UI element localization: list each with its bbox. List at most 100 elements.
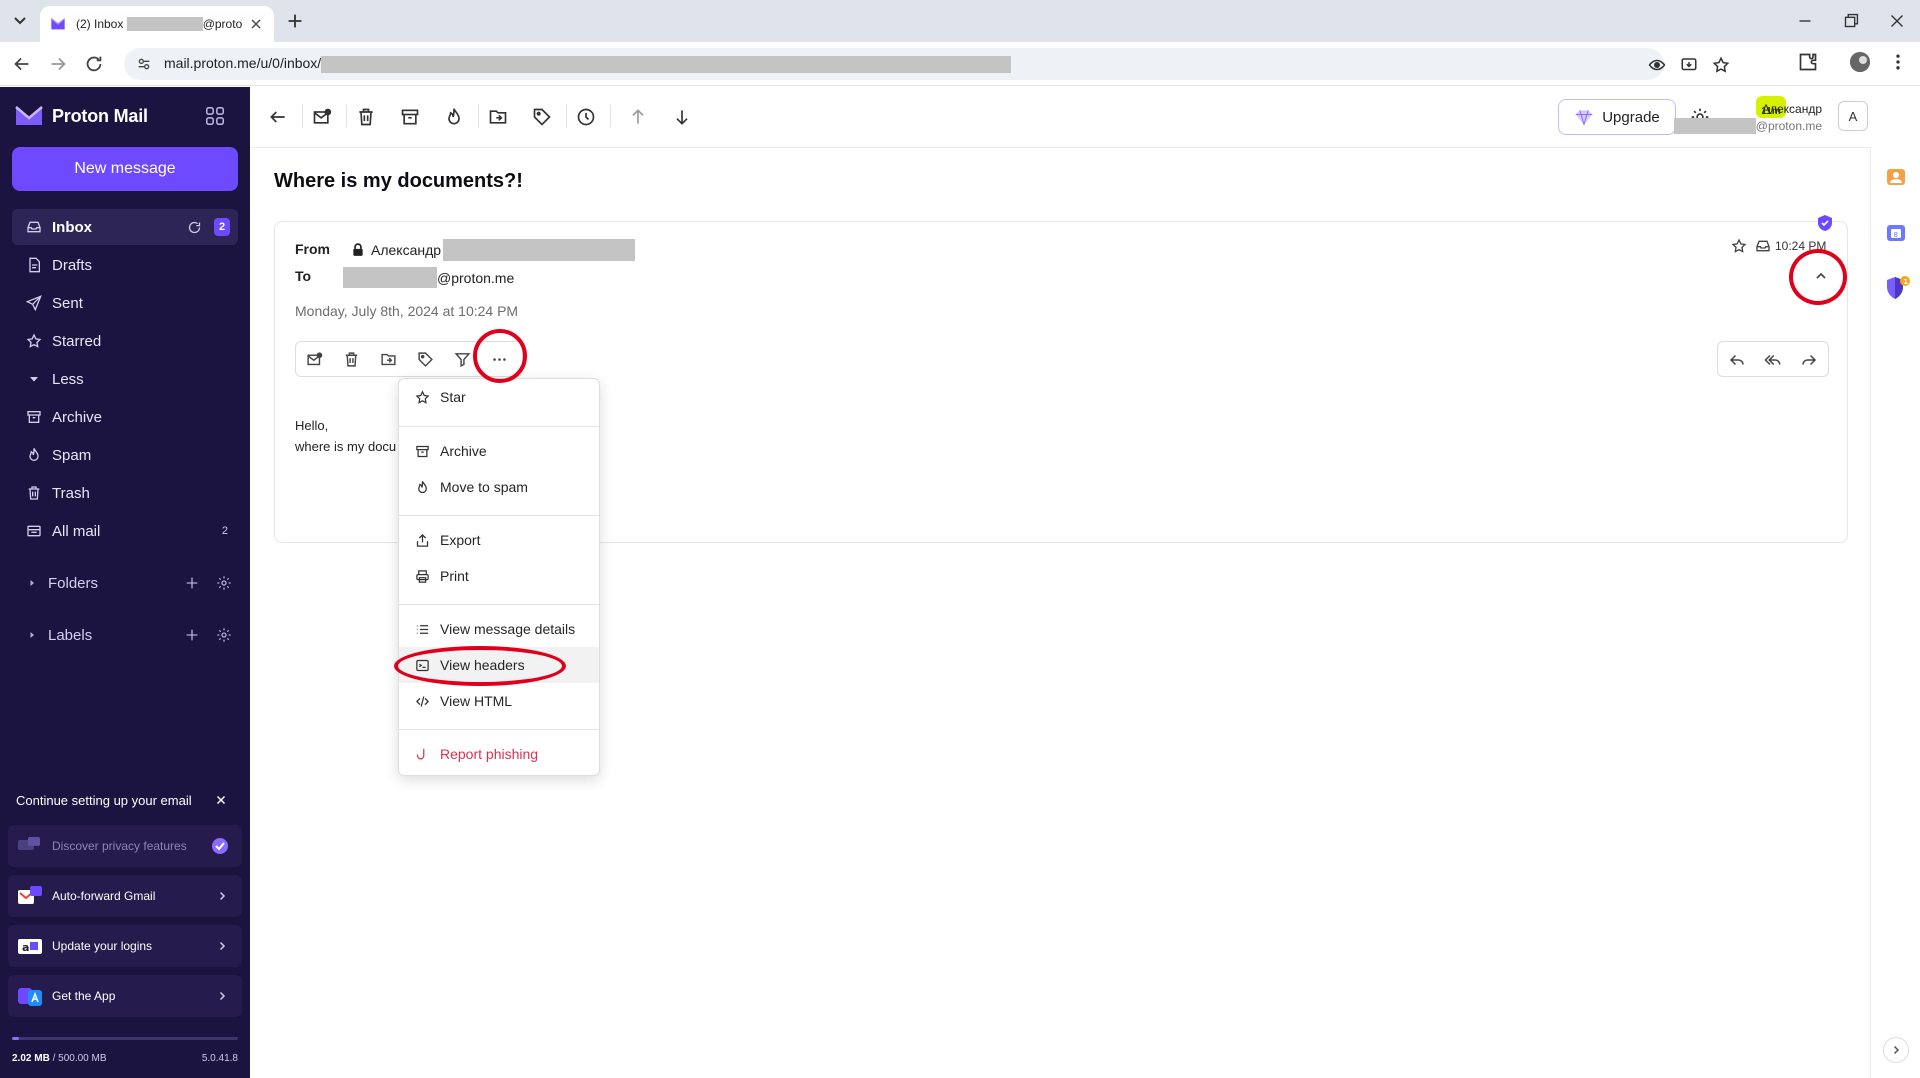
browser-tab[interactable]: (2) Inbox @proto bbox=[40, 6, 274, 42]
onboarding-item-auto-forward[interactable]: Auto-forward Gmail bbox=[8, 875, 242, 917]
extensions-icon[interactable] bbox=[1798, 52, 1818, 72]
reload-icon[interactable] bbox=[83, 53, 105, 75]
menu-item-view-html[interactable]: View HTML bbox=[399, 683, 599, 719]
sender[interactable]: Александр bbox=[351, 239, 636, 261]
user-email[interactable]: @proton.me bbox=[1673, 118, 1822, 134]
expand-panel-chevron-icon[interactable] bbox=[1883, 1037, 1909, 1063]
back-to-inbox-icon[interactable] bbox=[268, 107, 288, 127]
sidebar-item-trash[interactable]: Trash bbox=[12, 475, 238, 511]
more-options-icon[interactable] bbox=[491, 351, 508, 368]
refresh-icon[interactable] bbox=[187, 220, 202, 235]
close-window-icon[interactable] bbox=[1886, 10, 1908, 32]
recipient[interactable]: @proton.me bbox=[343, 267, 514, 288]
all-mail-count: 2 bbox=[221, 525, 228, 537]
onboarding-item-privacy[interactable]: Discover privacy features bbox=[8, 825, 242, 867]
onboarding-item-update-logins[interactable]: a Update your logins bbox=[8, 925, 242, 967]
mark-unread-icon[interactable] bbox=[306, 351, 323, 368]
back-icon[interactable] bbox=[11, 53, 33, 75]
export-icon bbox=[415, 533, 430, 548]
next-message-icon[interactable] bbox=[672, 107, 692, 127]
apps-grid-icon[interactable] bbox=[204, 105, 226, 127]
install-app-icon[interactable] bbox=[1680, 56, 1698, 74]
sidebar-item-archive[interactable]: Archive bbox=[12, 399, 238, 435]
sidebar-item-drafts[interactable]: Drafts bbox=[12, 247, 238, 283]
tab-search-icon[interactable] bbox=[8, 8, 32, 32]
sidebar-item-sent[interactable]: Sent bbox=[12, 285, 238, 321]
menu-item-view-headers[interactable]: View headers bbox=[399, 647, 599, 683]
profile-avatar-icon[interactable] bbox=[1850, 52, 1870, 72]
menu-item-archive[interactable]: Archive bbox=[399, 433, 599, 469]
reply-all-icon[interactable] bbox=[1764, 351, 1782, 369]
address-bar[interactable]: mail.proton.me/u/0/inbox/ bbox=[124, 48, 1730, 80]
mark-unread-icon[interactable] bbox=[312, 107, 332, 127]
new-message-button[interactable]: New message bbox=[12, 147, 238, 191]
caret-right-icon bbox=[26, 577, 38, 589]
spam-icon[interactable] bbox=[444, 107, 464, 127]
chevron-right-icon bbox=[216, 990, 228, 1002]
eye-icon[interactable] bbox=[1648, 56, 1666, 74]
close-tab-icon[interactable] bbox=[248, 16, 264, 32]
labels-section-header[interactable]: Labels bbox=[12, 619, 238, 651]
sidebar-toggle-less[interactable]: Less bbox=[12, 361, 238, 397]
menu-item-print[interactable]: Print bbox=[399, 558, 599, 594]
folders-section-header[interactable]: Folders bbox=[12, 567, 238, 599]
security-shield-icon[interactable]: 1 bbox=[1883, 275, 1911, 303]
previous-message-icon[interactable] bbox=[628, 107, 648, 127]
forward-icon[interactable] bbox=[1800, 351, 1818, 369]
bookmark-star-icon[interactable] bbox=[1712, 56, 1730, 74]
sidebar-item-all-mail[interactable]: All mail 2 bbox=[12, 513, 238, 549]
add-folder-icon[interactable] bbox=[184, 575, 200, 591]
menu-item-view-message-details[interactable]: View message details bbox=[399, 611, 599, 647]
reply-icon[interactable] bbox=[1728, 351, 1746, 369]
trash-icon[interactable] bbox=[343, 351, 360, 368]
menu-item-export[interactable]: Export bbox=[399, 522, 599, 558]
reply-actions-group bbox=[1717, 341, 1829, 377]
url-text: mail.proton.me/u/0/inbox/ bbox=[164, 55, 1012, 73]
browser-tab-strip: (2) Inbox @proto bbox=[0, 0, 1920, 42]
spam-icon bbox=[26, 447, 42, 463]
add-label-icon[interactable] bbox=[184, 627, 200, 643]
storage-progress-bar bbox=[12, 1037, 238, 1040]
gmail-forward-icon bbox=[16, 884, 44, 908]
sent-icon bbox=[26, 295, 42, 311]
labels-settings-icon[interactable] bbox=[216, 627, 232, 643]
filter-icon[interactable] bbox=[454, 351, 471, 368]
menu-item-star[interactable]: Star bbox=[399, 379, 599, 415]
from-label: From bbox=[295, 241, 330, 257]
calendar-icon[interactable]: 8 bbox=[1886, 223, 1906, 243]
site-settings-icon[interactable] bbox=[136, 56, 152, 72]
sidebar-item-spam[interactable]: Spam bbox=[12, 437, 238, 473]
brand-logo[interactable]: Proton Mail bbox=[14, 103, 148, 129]
sidebar-item-inbox[interactable]: Inbox 2 bbox=[12, 209, 238, 245]
user-avatar[interactable]: A bbox=[1838, 101, 1868, 131]
menu-item-report-phishing[interactable]: Report phishing bbox=[399, 736, 599, 772]
right-app-rail: 8 1 bbox=[1870, 147, 1920, 1078]
onboarding-item-get-app[interactable]: Get the App bbox=[8, 975, 242, 1017]
move-to-folder-icon[interactable] bbox=[488, 107, 508, 127]
forward-icon[interactable] bbox=[47, 53, 69, 75]
menu-item-move-to-spam[interactable]: Move to spam bbox=[399, 469, 599, 505]
label-tag-icon[interactable] bbox=[532, 107, 552, 127]
label-tag-icon[interactable] bbox=[417, 351, 434, 368]
close-onboarding-icon[interactable] bbox=[214, 793, 228, 807]
upgrade-button[interactable]: Upgrade bbox=[1558, 99, 1676, 135]
snooze-clock-icon[interactable] bbox=[576, 107, 596, 127]
browser-toolbar: mail.proton.me/u/0/inbox/ 11m bbox=[0, 42, 1920, 118]
chevron-up-icon[interactable] bbox=[1813, 268, 1829, 284]
user-name[interactable]: Александр bbox=[1762, 102, 1822, 116]
contacts-icon[interactable] bbox=[1886, 167, 1906, 187]
star-icon[interactable] bbox=[1731, 238, 1747, 254]
browser-menu-icon[interactable] bbox=[1888, 52, 1908, 72]
move-to-folder-icon[interactable] bbox=[380, 351, 397, 368]
folders-settings-icon[interactable] bbox=[216, 575, 232, 591]
svg-text:8: 8 bbox=[1894, 231, 1898, 239]
sidebar-item-starred[interactable]: Starred bbox=[12, 323, 238, 359]
update-logins-icon: a bbox=[16, 934, 44, 958]
app-store-icon bbox=[16, 984, 44, 1008]
restore-icon[interactable] bbox=[1840, 10, 1862, 32]
message-toolbar: Upgrade Александр @proton.me A bbox=[250, 87, 1870, 147]
new-tab-icon[interactable] bbox=[284, 10, 306, 32]
minimize-icon[interactable] bbox=[1794, 10, 1816, 32]
archive-icon[interactable] bbox=[400, 107, 420, 127]
trash-icon[interactable] bbox=[356, 107, 376, 127]
